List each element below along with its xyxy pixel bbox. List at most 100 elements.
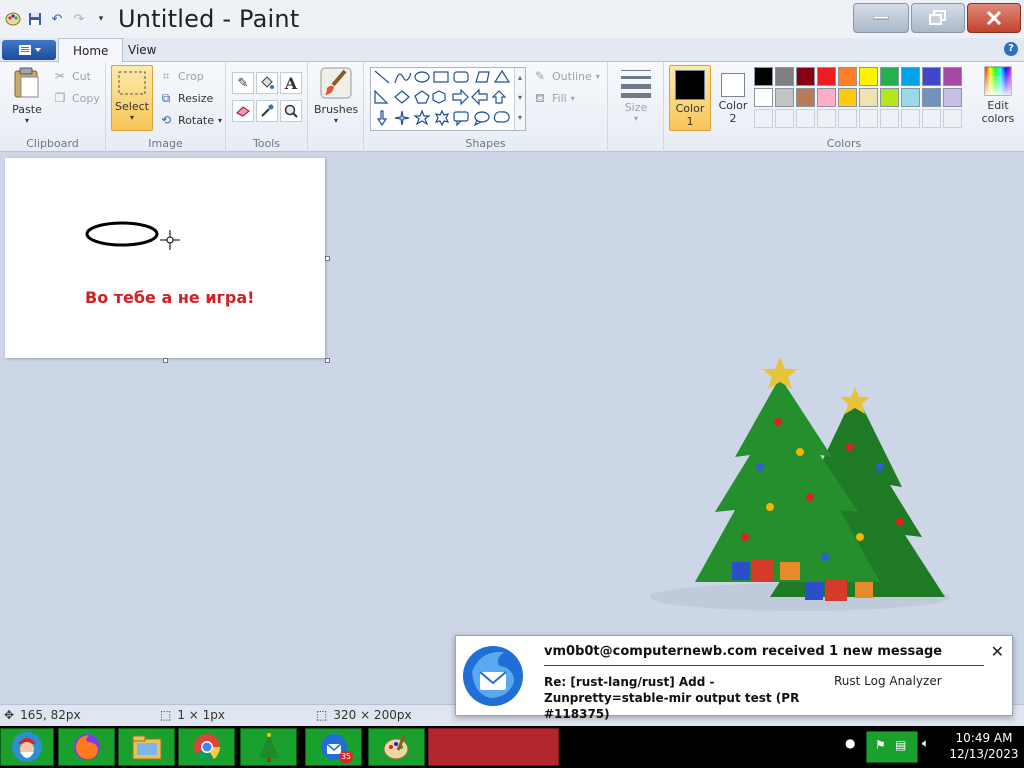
- shapes-scrollbar[interactable]: ▴ ▾ ▾: [514, 68, 525, 130]
- resize-handle-bottom[interactable]: [163, 358, 168, 363]
- taskbar-chrome[interactable]: [178, 728, 235, 766]
- taskbar-explorer[interactable]: [118, 728, 175, 766]
- line-size-icon: [621, 70, 651, 98]
- palette-swatch[interactable]: [754, 67, 773, 86]
- taskbar-christmas-tree[interactable]: [240, 728, 297, 766]
- quick-access-dropdown-icon[interactable]: ▾: [92, 10, 110, 28]
- palette-custom-slot[interactable]: [901, 109, 920, 128]
- taskbar-clock[interactable]: 10:49 AM 12/13/2023: [948, 730, 1020, 762]
- pencil-icon[interactable]: ✎: [232, 72, 254, 94]
- eraser-icon[interactable]: [232, 100, 254, 122]
- copy-label: Copy: [72, 91, 100, 105]
- palette-custom-slot[interactable]: [859, 109, 878, 128]
- brushes-group: Brushes ▾: [308, 62, 364, 152]
- tray-icons-area[interactable]: ⚑ ▤: [866, 731, 918, 763]
- canvas-size: ⬚ 320 × 200px: [316, 708, 412, 722]
- palette-custom-slot[interactable]: [796, 109, 815, 128]
- select-button[interactable]: Select ▾: [111, 65, 153, 131]
- color2-label: Color: [718, 99, 748, 112]
- save-icon[interactable]: [26, 10, 44, 28]
- mail-notification[interactable]: vm0b0t@computernewb.com received 1 new m…: [455, 635, 1013, 721]
- notification-folder: Rust Log Analyzer: [834, 674, 942, 688]
- taskbar-firefox[interactable]: [58, 728, 115, 766]
- close-button[interactable]: [967, 3, 1021, 33]
- magnifier-icon[interactable]: [280, 100, 302, 122]
- size-button[interactable]: Size ▾: [614, 66, 658, 123]
- color2-button[interactable]: Color 2: [712, 65, 754, 131]
- resize-handle-corner[interactable]: [325, 358, 330, 363]
- palette-custom-slot[interactable]: [922, 109, 941, 128]
- crop-button[interactable]: ⌗ Crop: [158, 68, 204, 84]
- palette-custom-slot[interactable]: [754, 109, 773, 128]
- restore-button[interactable]: [911, 3, 965, 33]
- paste-button[interactable]: Paste ▾: [6, 66, 48, 125]
- palette-swatch[interactable]: [838, 88, 857, 107]
- undo-icon[interactable]: ↶: [48, 10, 66, 28]
- resize-handle-right[interactable]: [325, 256, 330, 261]
- paint-menu-button[interactable]: [2, 40, 56, 60]
- paint-app-icon[interactable]: [4, 10, 22, 28]
- shapes-group: ▴ ▾ ▾ ✎ Outline ▾ ⛾ Fill ▾ Shapes: [364, 62, 608, 152]
- rotate-icon: ⟲: [160, 113, 172, 127]
- taskbar-thunderbird[interactable]: 35: [305, 728, 362, 766]
- text-icon[interactable]: A: [280, 72, 302, 94]
- tools-group: ✎ A Tools: [226, 62, 308, 152]
- fill-icon[interactable]: [256, 72, 278, 94]
- outline-icon: ✎: [534, 69, 546, 83]
- palette-swatch[interactable]: [859, 67, 878, 86]
- fill-label: Fill: [552, 91, 567, 105]
- outline-button[interactable]: ✎ Outline ▾: [532, 68, 600, 84]
- notification-close-button[interactable]: ✕: [991, 642, 1004, 661]
- taskbar-empty-area: [428, 728, 559, 766]
- flag-icon: ⚑: [875, 738, 886, 752]
- palette-swatch[interactable]: [775, 67, 794, 86]
- palette-swatch[interactable]: [943, 88, 962, 107]
- drawing-canvas[interactable]: Во тебе а не игра!: [5, 158, 325, 358]
- network-icon: ▤: [895, 738, 907, 752]
- color-palette: [754, 67, 962, 128]
- colors-group-label: Colors: [826, 137, 862, 150]
- copy-button[interactable]: ❐ Copy: [52, 90, 100, 106]
- resize-button[interactable]: ⧉ Resize: [158, 90, 214, 106]
- palette-swatch[interactable]: [901, 67, 920, 86]
- palette-swatch[interactable]: [775, 88, 794, 107]
- palette-swatch[interactable]: [880, 67, 899, 86]
- minimize-button[interactable]: [853, 3, 909, 33]
- outline-label: Outline: [552, 69, 592, 83]
- palette-swatch[interactable]: [838, 67, 857, 86]
- palette-swatch[interactable]: [796, 88, 815, 107]
- palette-swatch[interactable]: [880, 88, 899, 107]
- palette-swatch[interactable]: [922, 88, 941, 107]
- palette-custom-slot[interactable]: [817, 109, 836, 128]
- redo-icon[interactable]: ↷: [70, 10, 88, 28]
- palette-swatch[interactable]: [901, 88, 920, 107]
- image-group: Select ▾ ⌗ Crop ⧉ Resize ⟲ Rotate ▾ Imag…: [106, 62, 226, 152]
- palette-swatch[interactable]: [796, 67, 815, 86]
- color1-button[interactable]: Color 1: [669, 65, 711, 131]
- fill-button[interactable]: ⛾ Fill ▾: [532, 90, 575, 106]
- palette-custom-slot[interactable]: [775, 109, 794, 128]
- fill-bucket-icon: ⛾: [535, 91, 545, 105]
- brushes-button[interactable]: Brushes ▾: [314, 66, 358, 125]
- edit-colors-button[interactable]: Edit colors: [976, 66, 1020, 125]
- volume-icon[interactable]: 🔈︎: [922, 736, 929, 751]
- color-picker-icon[interactable]: [256, 100, 278, 122]
- palette-swatch[interactable]: [859, 88, 878, 107]
- palette-custom-slot[interactable]: [943, 109, 962, 128]
- palette-swatch[interactable]: [943, 67, 962, 86]
- taskbar-paint[interactable]: [368, 728, 425, 766]
- palette-swatch[interactable]: [754, 88, 773, 107]
- shapes-grid[interactable]: [373, 69, 515, 131]
- palette-custom-slot[interactable]: [838, 109, 857, 128]
- chevron-down-icon: ▾: [570, 93, 575, 103]
- palette-swatch[interactable]: [817, 88, 836, 107]
- help-icon[interactable]: ?: [1004, 42, 1018, 56]
- palette-swatch[interactable]: [817, 67, 836, 86]
- tab-view[interactable]: View: [114, 38, 170, 62]
- rotate-button[interactable]: ⟲ Rotate ▾: [158, 112, 222, 128]
- palette-swatch[interactable]: [922, 67, 941, 86]
- cut-button[interactable]: ✂ Cut: [52, 68, 91, 84]
- start-button[interactable]: [0, 728, 54, 766]
- palette-custom-slot[interactable]: [880, 109, 899, 128]
- canvas-size-text: 320 × 200px: [333, 708, 412, 722]
